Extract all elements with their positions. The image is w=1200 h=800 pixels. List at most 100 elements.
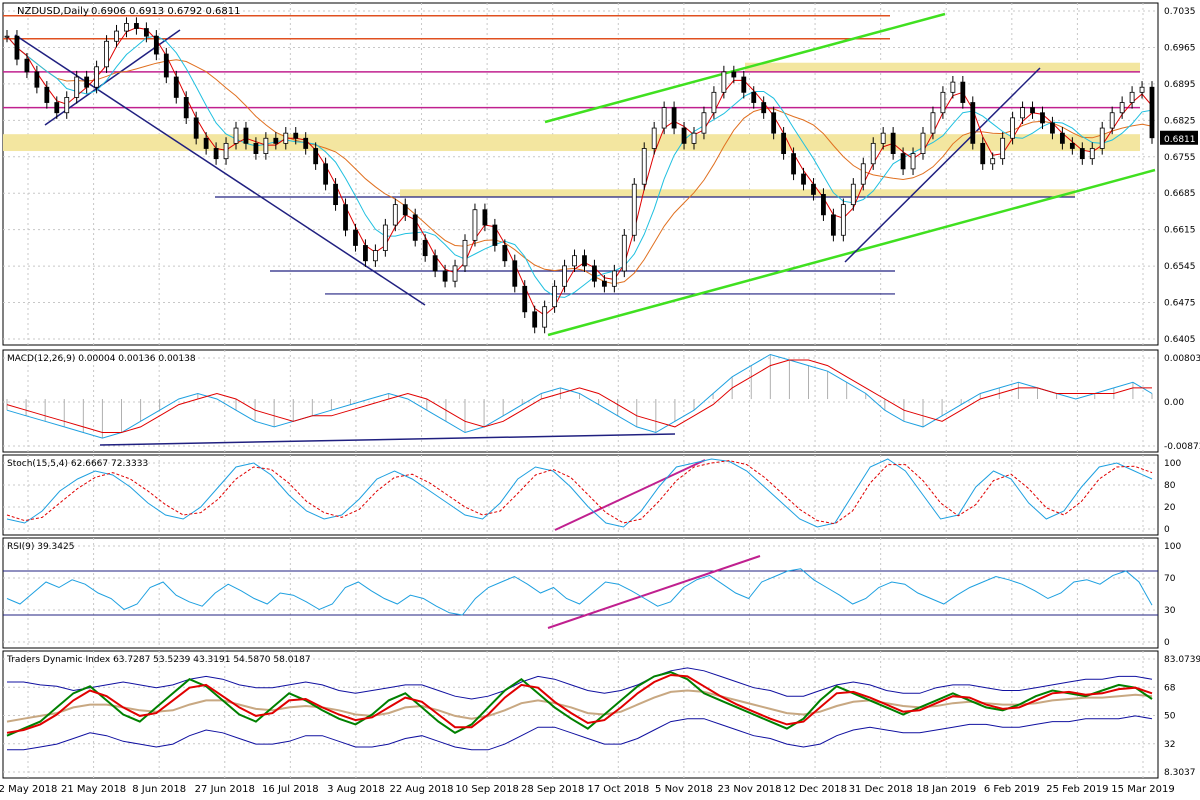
candle-body: [163, 53, 169, 78]
candle-body: [671, 107, 677, 129]
y-tick-label: 83.0739: [1164, 655, 1200, 665]
candle-body: [213, 148, 219, 160]
candle-body: [134, 23, 139, 29]
candle-body: [1119, 102, 1125, 114]
candle-body: [482, 209, 488, 226]
candle-body: [731, 71, 737, 78]
y-tick-label: -0.00873: [1164, 442, 1200, 452]
candle-body: [990, 158, 996, 165]
candle-body: [840, 204, 846, 236]
y-tick-label: 70: [1164, 574, 1176, 584]
candle-body: [1040, 112, 1045, 124]
y-tick-label: 0.6405: [1164, 335, 1196, 345]
x-tick-label: 2 May 2018: [0, 784, 57, 795]
y-tick-label: 0.00803: [1164, 354, 1200, 364]
support-zone: [3, 134, 1140, 152]
candle-body: [1010, 117, 1016, 139]
y-tick-label: 0.6825: [1164, 116, 1196, 126]
candle-body: [1079, 148, 1085, 160]
candle-body: [263, 137, 269, 154]
candle-body: [850, 183, 856, 206]
chart-canvas[interactable]: 2 May 2018 21 May 2018 8 Jun 2018 27 Jun 20…: [0, 0, 1200, 800]
candle-body: [592, 265, 597, 282]
x-tick-label: 12 Dec 2018: [783, 784, 847, 795]
candle-body: [363, 245, 368, 262]
candle-body: [104, 40, 109, 68]
candle-body: [14, 35, 20, 60]
candle-body: [253, 142, 259, 154]
candle-body: [661, 107, 667, 129]
candle-body: [860, 163, 866, 185]
candle-body: [572, 255, 577, 267]
candle-body: [143, 28, 149, 37]
x-tick-label: 5 Nov 2018: [655, 784, 713, 795]
candle-body: [313, 148, 319, 165]
tdi-label: Traders Dynamic Index 63.7287 53.5239 43…: [6, 655, 311, 665]
candle-body: [1069, 142, 1075, 149]
support-zone: [400, 189, 1075, 197]
candle-body: [442, 270, 448, 282]
candle-body: [283, 132, 289, 144]
candle-body: [412, 214, 418, 241]
x-tick-label: 18 Jan 2019: [916, 784, 976, 795]
y-tick-label: 0.6965: [1164, 43, 1196, 53]
ohlc-readout: 0.6906 0.6913 0.6792 0.6811: [91, 6, 241, 17]
candle-body: [502, 245, 508, 262]
candle-body: [402, 204, 408, 216]
candle-body: [74, 76, 80, 98]
candle-body: [791, 153, 796, 175]
candle-body: [1129, 91, 1135, 103]
candle-body: [293, 132, 299, 139]
candle-body: [701, 112, 707, 134]
candle-body: [621, 234, 627, 272]
candle-body: [761, 102, 767, 114]
y-tick-label: 0.6615: [1164, 226, 1196, 236]
candle-body: [422, 239, 428, 257]
candle-body: [372, 250, 378, 262]
x-tick-label: 10 Sep 2018: [455, 784, 518, 795]
candle-body: [681, 127, 687, 144]
candle-body: [1089, 148, 1095, 160]
candle-body: [1109, 112, 1115, 129]
candle-body: [900, 153, 906, 170]
candle-body: [582, 255, 587, 267]
x-tick-label: 3 Aug 2018: [327, 784, 385, 795]
x-tick-label: 17 Oct 2018: [587, 784, 649, 795]
candle-body: [890, 132, 896, 154]
y-tick-label: 30: [1164, 606, 1176, 616]
y-tick-label: 0: [1164, 638, 1170, 648]
candle-body: [781, 132, 787, 154]
candle-body: [1139, 86, 1145, 93]
candle-body: [343, 204, 348, 231]
candle-body: [1149, 86, 1155, 139]
stoch-label: Stoch(15,5,4) 62.6667 72.3333: [7, 459, 148, 469]
macd-label: MACD(12,26,9) 0.00004 0.00136 0.00138: [7, 354, 196, 364]
x-tick-label: 23 Nov 2018: [717, 784, 781, 795]
y-tick-label: 0.00: [1164, 398, 1184, 408]
candle-body: [153, 35, 159, 55]
candle-body: [751, 91, 757, 103]
candle-body: [821, 194, 826, 216]
candle-body: [910, 153, 916, 170]
candle-body: [183, 97, 189, 119]
candle-body: [552, 285, 558, 308]
candle-body: [651, 127, 657, 149]
candle-body: [542, 306, 548, 328]
candle-body: [492, 224, 498, 246]
support-zone: [745, 62, 1140, 72]
candle-body: [830, 214, 836, 236]
candle-body: [801, 173, 806, 185]
candle-body: [323, 163, 329, 185]
y-tick-label: 0.6895: [1164, 80, 1196, 90]
candle-body: [711, 91, 717, 114]
candle-body: [940, 91, 946, 114]
candle-body: [34, 71, 40, 88]
candle-body: [1059, 132, 1065, 144]
candle-body: [472, 209, 478, 241]
candle-body: [4, 35, 10, 38]
rsi-label: RSI(9) 39.3425: [7, 542, 74, 552]
candle-body: [24, 58, 30, 73]
candle-body: [203, 137, 209, 149]
candle-body: [741, 76, 747, 93]
x-tick-label: 8 Jun 2018: [132, 784, 186, 795]
